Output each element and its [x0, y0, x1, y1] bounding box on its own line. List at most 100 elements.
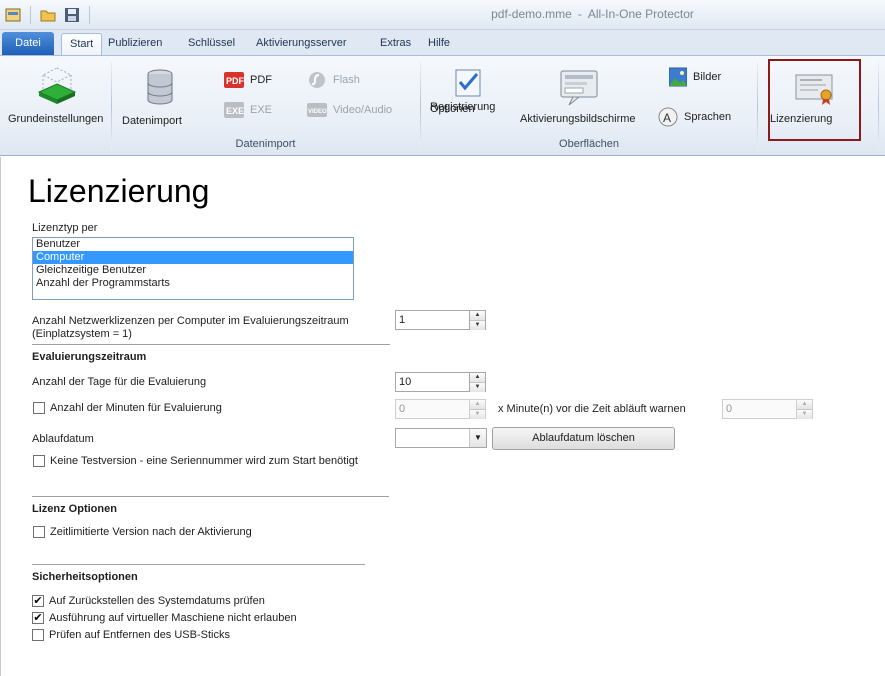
flash-label: Flash — [333, 74, 360, 86]
exe-icon: EXE — [224, 102, 244, 118]
decrement-button[interactable]: ▼ — [797, 410, 812, 419]
systemdatum-checkbox[interactable]: ✔ Auf Zurückstellen des Systemdatums prü… — [32, 595, 265, 607]
exe-label: EXE — [250, 104, 273, 116]
decrement-button[interactable]: ▼ — [470, 383, 485, 392]
virtuelle-maschine-checkbox[interactable]: ✔ Ausführung auf virtueller Maschiene ni… — [32, 612, 297, 624]
svg-text:A: A — [663, 111, 671, 125]
minuten-input[interactable]: 0 — [395, 399, 470, 419]
checkbox-box[interactable] — [33, 402, 45, 414]
exe-button[interactable]: EXE EXE — [224, 101, 272, 119]
zeitlimitierte-version-checkbox[interactable]: Zeitlimitierte Version nach der Aktivier… — [33, 526, 252, 538]
minuten-stepper[interactable]: 0 ▲ ▼ — [395, 399, 486, 419]
group-label-datenimport: Datenimport — [235, 138, 296, 150]
checkbox-box[interactable]: ✔ — [32, 612, 44, 624]
netzwerklizenzen-stepper[interactable]: 1 ▲ ▼ — [395, 310, 486, 330]
optionen-registrierung-button[interactable]: Optionen Registrierung — [430, 68, 506, 115]
netzwerklizenzen-hint: (Einplatzsystem = 1) — [32, 328, 132, 340]
decrement-button[interactable]: ▼ — [470, 410, 485, 419]
usb-stick-checkbox[interactable]: Prüfen auf Entfernen des USB-Sticks — [32, 629, 230, 641]
pdf-label: PDF — [250, 74, 272, 86]
lizenzierung-panel: Lizenzierung Lizenztyp per Benutzer Comp… — [0, 157, 885, 676]
list-item[interactable]: Gleichzeitige Benutzer — [33, 264, 353, 277]
netzwerklizenzen-input[interactable]: 1 — [395, 310, 470, 330]
video-icon: VIDEO — [307, 103, 327, 117]
checkbox-box[interactable] — [33, 526, 45, 538]
video-audio-button[interactable]: VIDEO Video/Audio — [307, 101, 392, 119]
grundeinstellungen-label: Grundeinstellungen — [8, 113, 104, 125]
datenimport-label: Datenimport — [122, 115, 182, 127]
lizenzierung-label: Lizenzierung — [770, 113, 833, 125]
section-sicherheitsoptionen: Sicherheitsoptionen — [32, 571, 138, 583]
divider — [32, 496, 389, 497]
warnen-input[interactable]: 0 — [722, 399, 797, 419]
section-evaluierungszeitraum: Evaluierungszeitraum — [32, 351, 147, 363]
keine-testversion-label: Keine Testversion - eine Seriennummer wi… — [50, 455, 358, 467]
grundeinstellungen-button[interactable]: Grundeinstellungen — [8, 66, 106, 125]
title-separator: - — [577, 7, 582, 21]
list-item-selected[interactable]: Computer — [33, 251, 353, 264]
divider — [32, 344, 390, 345]
chevron-down-icon[interactable]: ▼ — [469, 429, 486, 447]
group-divider — [111, 62, 112, 150]
settings-cube-icon — [37, 67, 77, 104]
list-item[interactable]: Anzahl der Programmstarts — [33, 277, 353, 290]
window-title: pdf-demo.mme - All-In-One Protector — [0, 7, 885, 21]
flash-button[interactable]: Flash — [307, 71, 360, 89]
ribbon: Grundeinstellungen Datenimport PDF PDF E… — [0, 55, 885, 156]
checkbox-box[interactable] — [33, 455, 45, 467]
lizenzierung-button[interactable]: Lizenzierung — [770, 70, 859, 125]
ablaufdatum-loeschen-button[interactable]: Ablaufdatum löschen — [492, 427, 675, 450]
warnen-label: x Minute(n) vor die Zeit abläuft warnen — [498, 403, 686, 415]
decrement-button[interactable]: ▼ — [470, 321, 485, 330]
usb-stick-label: Prüfen auf Entfernen des USB-Sticks — [49, 629, 230, 641]
tab-extras[interactable]: Extras — [372, 33, 419, 55]
sprachen-button[interactable]: A Sprachen — [658, 107, 731, 127]
ablaufdatum-label: Ablaufdatum — [32, 433, 94, 445]
tage-input[interactable]: 10 — [395, 372, 470, 392]
pdf-button[interactable]: PDF PDF — [224, 71, 272, 89]
bilder-button[interactable]: Bilder — [669, 67, 721, 87]
tab-publizieren[interactable]: Publizieren — [100, 33, 170, 55]
list-item[interactable]: Benutzer — [33, 238, 353, 251]
increment-button[interactable]: ▲ — [470, 373, 485, 383]
svg-text:VIDEO: VIDEO — [308, 109, 327, 115]
tab-datei[interactable]: Datei — [2, 32, 54, 55]
page-title: Lizenzierung — [28, 173, 210, 209]
svg-text:PDF: PDF — [226, 76, 244, 86]
netzwerklizenzen-label: Anzahl Netzwerklizenzen per Computer im … — [32, 315, 349, 327]
warnen-stepper[interactable]: 0 ▲ ▼ — [722, 399, 813, 419]
checkbox-box[interactable] — [32, 629, 44, 641]
language-icon: A — [658, 107, 678, 127]
aktivierungsbildschirme-label: Aktivierungsbildschirme — [520, 113, 636, 125]
tab-schluessel[interactable]: Schlüssel — [180, 33, 243, 55]
virtuelle-maschine-label: Ausführung auf virtueller Maschiene nich… — [49, 612, 297, 624]
ablaufdatum-value — [396, 432, 399, 444]
datenimport-button[interactable]: Datenimport — [122, 68, 198, 127]
increment-button[interactable]: ▲ — [470, 311, 485, 321]
minuten-label: Anzahl der Minuten für Evaluierung — [50, 402, 222, 414]
group-divider — [878, 62, 879, 150]
increment-button[interactable]: ▲ — [797, 400, 812, 410]
divider — [32, 564, 365, 565]
tage-stepper[interactable]: 10 ▲ ▼ — [395, 372, 486, 392]
video-audio-label: Video/Audio — [333, 104, 393, 116]
flash-icon — [309, 72, 325, 88]
zeitlimitierte-version-label: Zeitlimitierte Version nach der Aktivier… — [50, 526, 252, 538]
checkbox-box[interactable]: ✔ — [32, 595, 44, 607]
ablaufdatum-dropdown[interactable]: ▼ — [395, 428, 487, 448]
application-name: All-In-One Protector — [587, 7, 694, 21]
sprachen-label: Sprachen — [684, 111, 732, 123]
lizenztyp-label: Lizenztyp per — [32, 222, 98, 234]
keine-testversion-checkbox[interactable]: Keine Testversion - eine Seriennummer wi… — [33, 455, 358, 467]
image-icon — [669, 67, 687, 87]
group-label-oberflaechen: Oberflächen — [559, 138, 619, 150]
increment-button[interactable]: ▲ — [470, 400, 485, 410]
tab-start[interactable]: Start — [61, 33, 103, 55]
tab-aktivierungsserver[interactable]: Aktivierungsserver — [248, 33, 354, 55]
systemdatum-label: Auf Zurückstellen des Systemdatums prüfe… — [49, 595, 265, 607]
tab-hilfe[interactable]: Hilfe — [420, 33, 458, 55]
lizenztyp-listbox[interactable]: Benutzer Computer Gleichzeitige Benutzer… — [32, 237, 354, 300]
minuten-checkbox[interactable]: Anzahl der Minuten für Evaluierung — [33, 402, 222, 414]
bilder-label: Bilder — [693, 71, 722, 83]
aktivierungsbildschirme-button[interactable]: Aktivierungsbildschirme — [520, 68, 640, 125]
